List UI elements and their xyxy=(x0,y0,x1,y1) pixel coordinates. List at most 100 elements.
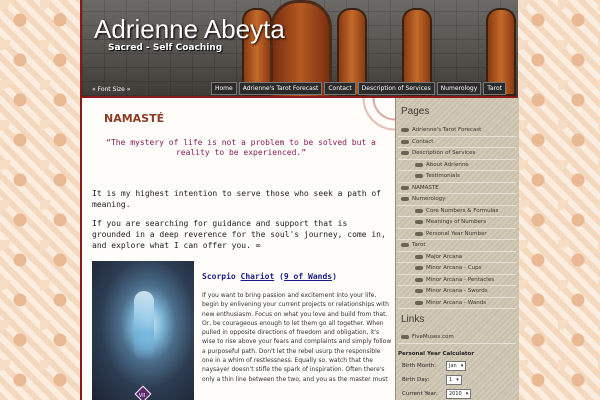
sidebar-page-label: About Adrienne xyxy=(426,161,469,168)
site-header: Adrienne Abeyta Sacred - Self Coaching «… xyxy=(82,0,518,98)
sidebar-page-label: Numerology xyxy=(412,196,446,203)
sidebar-page-label: Personal Year Number xyxy=(426,230,487,237)
sidebar-page-label: Minor Arcana - Cups xyxy=(426,265,482,272)
bullet-icon xyxy=(415,174,423,179)
sidebar-page-item[interactable]: Tarot xyxy=(398,240,516,252)
left-decorative-border xyxy=(0,0,82,400)
birth-month-label: Birth Month: xyxy=(402,363,437,369)
calculator-title: Personal Year Calculator xyxy=(398,351,475,357)
nav-contact[interactable]: Contact xyxy=(324,82,356,95)
bullet-icon xyxy=(415,300,423,305)
current-year-row: Current Year: 2010 ▾ xyxy=(398,389,516,399)
main-content: NAMASTÉ “The mystery of life is not a pr… xyxy=(82,98,395,400)
bullet-icon xyxy=(401,243,409,248)
birth-day-select[interactable]: 1 ▾ xyxy=(446,375,462,385)
chariot-link[interactable]: Chariot xyxy=(241,272,275,281)
birth-day-row: Birth Day: 1 ▾ xyxy=(398,375,516,385)
tarot-reading: If you want to bring passion and excitem… xyxy=(202,292,392,383)
sidebar-page-item[interactable]: Contact xyxy=(398,137,516,148)
link-item[interactable]: FiveMuses.com xyxy=(398,332,516,344)
links-heading: Links xyxy=(401,314,425,325)
sidebar-page-item[interactable]: Minor Arcana - Cups xyxy=(398,263,516,275)
zodiac-sign: Scorpio xyxy=(202,272,236,281)
bullet-icon xyxy=(415,220,423,225)
sidebar-page-label: Testimonials xyxy=(426,173,460,180)
pages-list: Adrienne's Tarot Forecast Contact Descript… xyxy=(398,125,516,309)
bullet-icon xyxy=(415,231,423,236)
birth-month-row: Birth Month: Jan ▾ xyxy=(398,361,516,371)
page-title: NAMASTÉ xyxy=(104,112,165,125)
sidebar-page-item[interactable]: Meanings of Numbers xyxy=(398,217,516,229)
nine-of-wands-link[interactable]: 9 of Wands xyxy=(284,272,332,281)
sidebar-page-item[interactable]: Minor Arcana - Swords xyxy=(398,286,516,298)
sidebar-page-label: Minor Arcana - Swords xyxy=(426,288,488,295)
nav-tarot[interactable]: Tarot xyxy=(483,82,506,95)
tarot-card-image: VII xyxy=(92,261,194,400)
bullet-icon xyxy=(415,208,423,213)
sidebar-page-item[interactable]: Numerology xyxy=(398,194,516,206)
sidebar-page-label: Minor Arcana - Wands xyxy=(426,299,487,306)
bullet-icon xyxy=(415,266,423,271)
intro-paragraph-1: It is my highest intention to serve thos… xyxy=(92,189,381,209)
birth-day-label: Birth Day: xyxy=(402,377,430,383)
sidebar-page-item[interactable]: Minor Arcana - Pentacles xyxy=(398,275,516,286)
bullet-icon xyxy=(401,335,409,340)
sidebar-page-label: Description of Services xyxy=(412,150,476,157)
sidebar: Pages Adrienne's Tarot Forecast Contact De… xyxy=(395,98,519,400)
personal-year-calculator: Personal Year Calculator Birth Month: Ja… xyxy=(398,348,516,400)
birth-month-value: Jan xyxy=(449,363,457,369)
nav-numerology[interactable]: Numerology xyxy=(436,82,482,95)
paren-close: ) xyxy=(332,272,337,281)
sidebar-page-item[interactable]: Core Numbers & Formulas xyxy=(398,206,516,217)
sidebar-page-item[interactable]: Description of Services xyxy=(398,148,516,160)
card-number: VII xyxy=(138,393,146,399)
nav-tarot-forecast[interactable]: Adrienne's Tarot Forecast xyxy=(238,82,323,95)
sidebar-page-item[interactable]: About Adrienne xyxy=(398,160,516,171)
bullet-icon xyxy=(401,128,409,133)
bullet-icon xyxy=(401,139,409,144)
intro-paragraph-2: If you are searching for guidance and su… xyxy=(92,219,386,250)
sidebar-page-item[interactable]: Minor Arcana - Wands xyxy=(398,298,516,309)
birth-day-value: 1 xyxy=(449,377,453,383)
sidebar-page-label: Adrienne's Tarot Forecast xyxy=(412,127,482,134)
sidebar-page-label: Core Numbers & Formulas xyxy=(426,207,499,214)
right-decorative-border xyxy=(516,0,600,400)
bullet-icon xyxy=(401,185,409,190)
bullet-icon xyxy=(415,289,423,294)
chevron-down-icon: ▾ xyxy=(456,377,459,383)
current-year-value: 2010 xyxy=(449,391,462,397)
tarot-heading: Scorpio Chariot (9 of Wands) xyxy=(202,272,337,281)
sidebar-page-label: NAMASTE xyxy=(412,184,439,191)
chevron-down-icon: ▾ xyxy=(465,391,469,397)
current-year-select[interactable]: 2010 ▾ xyxy=(446,389,472,399)
sidebar-page-label: Major Arcana xyxy=(426,253,463,260)
sidebar-page-label: Minor Arcana - Pentacles xyxy=(426,276,495,283)
sidebar-page-item[interactable]: Testimonials xyxy=(398,171,516,183)
link-label: FiveMuses.com xyxy=(412,334,454,341)
nav-home[interactable]: Home xyxy=(210,82,237,95)
site-title[interactable]: Adrienne Abeyta xyxy=(94,14,285,45)
birth-month-select[interactable]: Jan ▾ xyxy=(446,361,467,371)
sidebar-page-item[interactable]: Major Arcana xyxy=(398,252,516,263)
bullet-icon xyxy=(401,151,409,156)
sidebar-page-item[interactable]: Adrienne's Tarot Forecast xyxy=(398,125,516,137)
bullet-icon xyxy=(415,277,423,282)
quote: “The mystery of life is not a problem to… xyxy=(106,138,376,157)
site-tagline: Sacred - Self Coaching xyxy=(108,43,223,53)
bullet-icon xyxy=(415,254,423,259)
font-size-control[interactable]: « Font Size » xyxy=(92,86,130,93)
sidebar-page-label: Contact xyxy=(412,138,434,145)
chevron-down-icon: ▾ xyxy=(460,363,464,369)
bullet-icon xyxy=(415,162,423,167)
main-nav: Home Adrienne's Tarot Forecast Contact D… xyxy=(210,82,506,95)
sidebar-page-label: Tarot xyxy=(412,242,426,249)
sidebar-page-item[interactable]: NAMASTE xyxy=(398,183,516,194)
pages-heading: Pages xyxy=(401,106,430,117)
nav-services[interactable]: Description of Services xyxy=(357,82,435,95)
sidebar-page-item[interactable]: Personal Year Number xyxy=(398,229,516,240)
sidebar-page-label: Meanings of Numbers xyxy=(426,219,487,226)
bullet-icon xyxy=(401,197,409,202)
links-list: FiveMuses.com xyxy=(398,332,516,344)
current-year-label: Current Year: xyxy=(402,391,438,397)
card-figure xyxy=(134,291,154,361)
